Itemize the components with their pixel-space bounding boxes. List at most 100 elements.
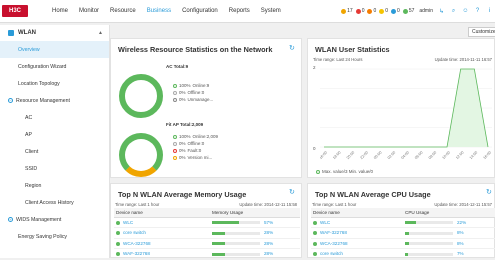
nav-system[interactable]: System (261, 8, 281, 14)
x-tick-label: 12:00 (455, 151, 465, 161)
sidebar-item-ssid[interactable]: SSID (0, 160, 109, 177)
table-row[interactable]: WCA-322768 28% (114, 238, 300, 249)
help-icon[interactable]: ? (474, 8, 481, 15)
status-icon (313, 241, 317, 246)
alarm-info[interactable]: 0 (391, 8, 400, 14)
table-row[interactable]: WLC 57% (114, 217, 300, 228)
device-link[interactable]: WCA-322768 (320, 241, 348, 246)
alarm-warning[interactable]: 17 (341, 8, 353, 14)
col-device-name[interactable]: Device name (311, 208, 403, 218)
table-row[interactable]: WAF-322768 8% (311, 227, 495, 239)
top-navigation-bar: H3C Home Monitor Resource Business Confi… (0, 0, 495, 23)
panel-title: Wireless Resource Statistics on the Netw… (118, 45, 273, 54)
device-link[interactable]: WAF-322768 (123, 251, 150, 256)
table-row[interactable]: core switch 28% (114, 227, 300, 239)
usage-bar-fill (212, 221, 240, 225)
nav-reports[interactable]: Reports (229, 8, 250, 14)
status-icon (313, 220, 317, 225)
user-line-chart: 16:00 18:00 20:00 22:00 00:00 02:00 04:00 06:00… (320, 68, 492, 161)
nav-monitor[interactable]: Monitor (79, 8, 99, 14)
sidebar-item-resource-management[interactable]: − Resource Management (0, 92, 109, 109)
usage-bar (405, 242, 453, 246)
col-memory-usage[interactable]: Memory Usage (210, 208, 300, 218)
table-row[interactable]: WAF-322768 28% (114, 248, 300, 260)
usage-value: 22% (457, 219, 467, 225)
table-header: Device name CPU Usage (311, 208, 495, 218)
customize-button[interactable]: Customize (468, 27, 495, 37)
cpu-table: Device name CPU Usage WLC 22% WAF-322768 8… (311, 208, 495, 260)
x-tick-label: 18:00 (332, 151, 342, 161)
status-icon (116, 252, 120, 257)
device-link[interactable]: core switch (320, 251, 343, 256)
sidebar-item-client[interactable]: Client (0, 143, 109, 160)
alarm-major[interactable]: 0 (367, 8, 376, 14)
device-link[interactable]: WAF-322768 (320, 230, 347, 235)
sidebar-item-wids-management[interactable]: + WIDS Management (0, 211, 109, 228)
alarm-ok[interactable]: 57 (402, 8, 414, 14)
col-device-name[interactable]: Device name (114, 208, 210, 218)
refresh-icon[interactable]: ↻ (289, 44, 295, 52)
table-row[interactable]: core switch 7% (311, 248, 495, 260)
y-axis-top: 2 (313, 65, 316, 70)
legend-marker (173, 148, 177, 153)
fit-legend-version-mismatch: 0% Version mi... (173, 155, 212, 160)
legend-marker (173, 155, 177, 160)
user-chart-legend: Max. value/3 Min. value/0 (316, 169, 373, 174)
usage-value: 57% (264, 219, 274, 225)
sidebar-item-location-topology[interactable]: Location Topology (0, 75, 109, 92)
sidebar-item-ac[interactable]: AC (0, 109, 109, 126)
user-name[interactable]: admin (419, 8, 433, 14)
table-row[interactable]: WCA-322768 8% (311, 238, 495, 249)
status-icon (116, 231, 120, 236)
col-cpu-usage[interactable]: CPU Usage (403, 208, 495, 218)
usage-value: 8% (457, 240, 464, 246)
sidebar-header[interactable]: WLAN ▲ (0, 25, 109, 41)
main-nav: Home Monitor Resource Business Configura… (52, 0, 292, 23)
sidebar-item-overview[interactable]: Overview (0, 41, 109, 58)
device-link[interactable]: core switch (123, 230, 146, 235)
search-icon[interactable]: ⌕ (450, 8, 457, 15)
h3c-logo[interactable]: H3C (2, 5, 28, 17)
usage-bar (405, 252, 453, 256)
sidebar-item-configuration-wizard[interactable]: Configuration Wizard (0, 58, 109, 75)
nav-business[interactable]: Business (147, 8, 171, 14)
y-axis-bottom: 0 (313, 146, 316, 151)
logout-icon[interactable]: ↳ (438, 8, 445, 15)
sidebar: WLAN ▲ Overview Configuration Wizard Loc… (0, 25, 110, 258)
cpu-usage-panel: Top N WLAN Average CPU Usage ↻ Time rang… (307, 183, 495, 260)
expand-icon[interactable]: + (8, 217, 13, 222)
sidebar-item-ap[interactable]: AP (0, 126, 109, 143)
sidebar-item-energy-saving-policy[interactable]: Energy Saving Policy (0, 228, 109, 245)
device-link[interactable]: WCA-322768 (123, 241, 151, 246)
alarm-minor[interactable]: 0 (379, 8, 388, 14)
alarm-summary: 17 0 0 0 0 57 admin ↳ ⌕ ☺ ? i (341, 8, 493, 15)
device-link[interactable]: WLC (123, 220, 133, 225)
x-tick-label: 16:00 (320, 151, 328, 161)
alarm-critical[interactable]: 0 (355, 8, 364, 14)
x-tick-label: 08:00 (428, 151, 438, 161)
minor-icon (379, 8, 385, 14)
update-time: Update time: 2014-12-11 15:57 (434, 202, 492, 207)
sidebar-item-region[interactable]: Region (0, 177, 109, 194)
sidebar-item-client-access-history[interactable]: Client Access History (0, 194, 109, 211)
refresh-icon[interactable]: ↻ (486, 188, 492, 196)
ac-legend-unmanaged: 0% Unmanage... (173, 97, 213, 102)
nav-home[interactable]: Home (52, 8, 68, 14)
refresh-icon[interactable]: ↻ (289, 188, 295, 196)
legend-marker (173, 134, 177, 139)
user-icon[interactable]: ☺ (462, 8, 469, 15)
ac-legend-online: 100% Online:9 (173, 83, 209, 88)
usage-bar (212, 221, 260, 225)
nav-configuration[interactable]: Configuration (182, 8, 218, 14)
status-icon (313, 231, 317, 236)
collapse-icon[interactable]: − (8, 98, 13, 103)
table-row[interactable]: WLC 22% (311, 217, 495, 228)
usage-bar-fill (405, 231, 409, 235)
info-icon[interactable]: i (486, 8, 493, 15)
device-link[interactable]: WLC (320, 220, 330, 225)
panel-title: WLAN User Statistics (315, 45, 390, 54)
usage-bar (212, 252, 260, 256)
nav-resource[interactable]: Resource (110, 8, 136, 14)
chevron-up-icon[interactable]: ▲ (98, 30, 103, 36)
usage-bar-fill (405, 252, 409, 256)
